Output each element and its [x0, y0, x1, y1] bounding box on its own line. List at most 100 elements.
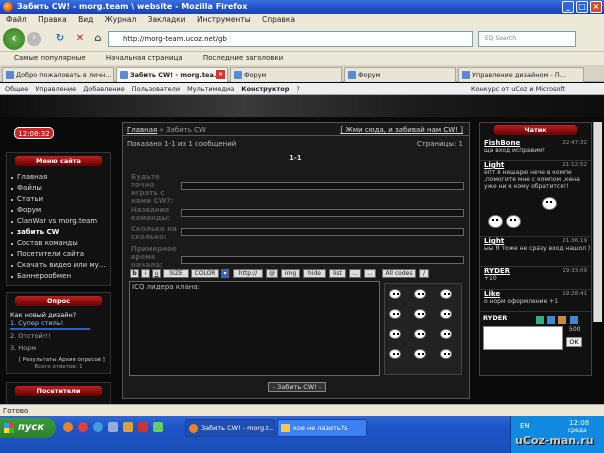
team-name-input[interactable] — [181, 209, 464, 217]
menu-item-home[interactable]: Главная — [7, 172, 110, 183]
menu-item-zabit-cw[interactable]: забить CW — [7, 227, 110, 238]
list-button[interactable]: list — [329, 269, 346, 278]
back-button[interactable]: ‹ — [3, 28, 25, 50]
poll-option-3[interactable]: 3. Норм — [7, 344, 110, 353]
smiley-icon[interactable] — [414, 289, 426, 299]
chat-author[interactable]: FishBone — [484, 139, 520, 147]
ready-input[interactable] — [181, 182, 464, 190]
chat-author[interactable]: Light — [484, 237, 504, 245]
smiley-icon[interactable] — [414, 309, 426, 319]
forward-button[interactable]: › — [27, 32, 41, 46]
refresh-icon[interactable] — [547, 316, 555, 324]
message-textarea[interactable]: ICQ лидера клана: — [129, 281, 380, 376]
more-button-2[interactable]: ... — [364, 269, 376, 278]
smiley-icon[interactable] — [440, 329, 452, 339]
email-button[interactable]: @ — [266, 269, 278, 278]
close-button[interactable]: × — [590, 1, 602, 13]
start-time-input[interactable] — [181, 256, 464, 264]
menu-tools[interactable]: Инструменты — [197, 15, 251, 24]
ucoz-multimedia[interactable]: Мультимедиа — [187, 85, 234, 93]
tray-clock[interactable]: 12:08 — [569, 419, 589, 427]
app-quicklaunch-icon[interactable] — [153, 422, 163, 432]
ie-quicklaunch-icon[interactable] — [93, 422, 103, 432]
chevron-down-icon[interactable]: ▾ — [221, 269, 229, 278]
ucoz-general[interactable]: Общее — [5, 85, 28, 93]
reload-icon[interactable]: ↻ — [54, 33, 66, 45]
chat-message-input[interactable] — [483, 326, 563, 350]
all-codes-button[interactable]: All codes — [382, 269, 416, 278]
desktop-quicklaunch-icon[interactable] — [108, 422, 118, 432]
smiley-icon[interactable] — [389, 289, 401, 299]
address-bar[interactable]: http://morg-team.ucoz.net/gb — [108, 31, 473, 47]
menu-item-banner-exchange[interactable]: Баннерообмен — [7, 271, 110, 282]
img-button[interactable]: img — [281, 269, 300, 278]
minimize-button[interactable]: _ — [562, 1, 574, 13]
more-button-1[interactable]: ... — [349, 269, 361, 278]
chat-author[interactable]: Like — [484, 290, 500, 298]
ucoz-help[interactable]: ? — [296, 85, 299, 93]
home-icon[interactable]: ⌂ — [92, 33, 104, 45]
menu-file[interactable]: Файл — [6, 15, 27, 24]
color-select[interactable]: COLOR — [191, 269, 219, 278]
opera-quicklaunch-icon[interactable] — [78, 422, 88, 432]
size-select[interactable]: SIZE — [163, 269, 189, 278]
smiley-toggle-icon[interactable] — [536, 316, 544, 324]
breadcrumb-home[interactable]: Главная — [127, 126, 157, 134]
chat-scrollbar[interactable] — [593, 122, 602, 322]
stop-icon[interactable]: ✕ — [74, 33, 86, 45]
poll-option-1[interactable]: 1. Супер стиль! — [7, 319, 110, 327]
menu-edit[interactable]: Правка — [38, 15, 67, 24]
submit-cw-button[interactable]: - Забить CW! - — [268, 382, 326, 392]
chat-author[interactable]: Light — [484, 161, 504, 169]
ucoz-users[interactable]: Пользователи — [132, 85, 180, 93]
hide-button[interactable]: hide — [303, 269, 326, 278]
menu-item-clanwar[interactable]: ClanWar vs morg.team — [7, 216, 110, 227]
smiley-icon[interactable] — [389, 329, 401, 339]
app-quicklaunch-icon[interactable] — [138, 422, 148, 432]
menu-item-team[interactable]: Состав команды — [7, 238, 110, 249]
italic-button[interactable]: i — [141, 269, 150, 278]
ucoz-constructor[interactable]: Конструктор — [241, 85, 289, 93]
chat-send-button[interactable]: OK — [566, 337, 582, 347]
menu-view[interactable]: Вид — [78, 15, 93, 24]
tab-design[interactable]: Управление дизайном - П... — [458, 67, 584, 82]
firefox-quicklaunch-icon[interactable] — [63, 422, 73, 432]
poll-option-2[interactable]: 2. Отстой!!! — [7, 332, 110, 341]
settings-icon[interactable] — [558, 316, 566, 324]
menu-item-visitors[interactable]: Посетители сайта — [7, 249, 110, 260]
tab-welcome[interactable]: Добро пожаловать в личн... — [2, 67, 114, 82]
menu-item-files[interactable]: Файлы — [7, 183, 110, 194]
tab-forum-1[interactable]: Форум — [230, 67, 342, 82]
chat-author[interactable]: RYDER — [484, 267, 510, 275]
poll-results-link[interactable]: [ Результаты — [19, 357, 57, 363]
info-icon[interactable] — [570, 316, 578, 324]
menu-history[interactable]: Журнал — [105, 15, 137, 24]
ucoz-contest-link[interactable]: Конкурс от uCoz и Microsoft — [471, 83, 565, 95]
url-button[interactable]: http:// — [233, 269, 263, 278]
ucoz-management[interactable]: Управление — [35, 85, 76, 93]
underline-button[interactable]: u — [152, 269, 161, 278]
menu-help[interactable]: Справка — [262, 15, 295, 24]
close-tag-button[interactable]: / — [419, 269, 429, 278]
smiley-icon[interactable] — [389, 309, 401, 319]
search-input[interactable]: EQ Search — [478, 31, 576, 47]
close-tab-icon[interactable]: × — [216, 70, 225, 79]
ucoz-adding[interactable]: Добавление — [83, 85, 125, 93]
language-indicator[interactable]: EN — [520, 422, 530, 430]
bookmark-start-page[interactable]: Начальная страница — [106, 54, 183, 62]
smiley-icon[interactable] — [440, 309, 452, 319]
bookmark-latest-headlines[interactable]: Последние заголовки — [203, 54, 283, 62]
folder-quicklaunch-icon[interactable] — [123, 422, 133, 432]
smiley-icon[interactable] — [414, 349, 426, 359]
bookmark-most-visited[interactable]: Самые популярные — [14, 54, 86, 62]
menu-item-download-video[interactable]: Скачать видео или му... — [7, 260, 110, 271]
menu-item-forum[interactable]: Форум — [7, 205, 110, 216]
smiley-icon[interactable] — [414, 329, 426, 339]
smiley-icon[interactable] — [440, 289, 452, 299]
menu-bookmarks[interactable]: Закладки — [148, 15, 186, 24]
poll-archive-link[interactable]: Архив опросов ] — [58, 357, 104, 363]
bold-button[interactable]: b — [130, 269, 139, 278]
tab-forum-2[interactable]: Форум — [344, 67, 456, 82]
taskbar-firefox-window[interactable]: Забить CW! - morg.t... — [185, 419, 275, 437]
menu-item-articles[interactable]: Статьи — [7, 194, 110, 205]
